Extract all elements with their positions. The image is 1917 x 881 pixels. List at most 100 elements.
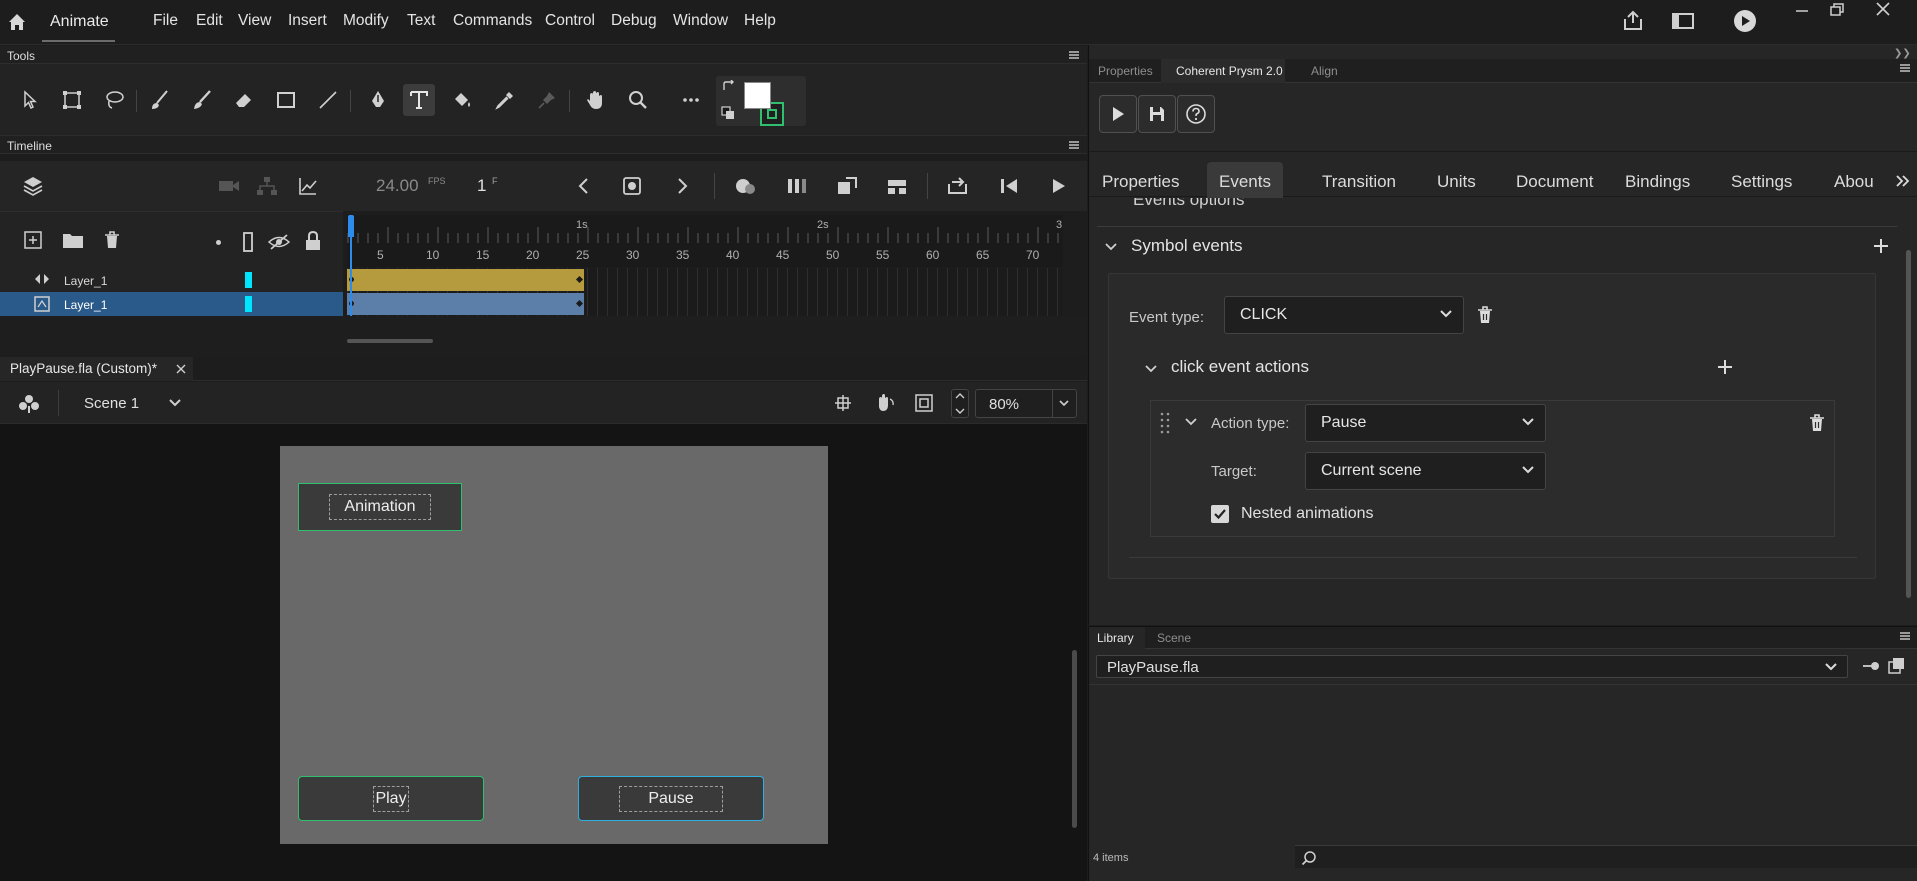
layer-color-swatch[interactable]	[245, 272, 252, 288]
sub-tab-bindings[interactable]: Bindings	[1613, 162, 1702, 198]
chevron-down-icon[interactable]	[1521, 417, 1535, 427]
menu-commands[interactable]: Commands	[453, 12, 532, 30]
frame-value[interactable]: 1	[477, 176, 486, 196]
next-keyframe-icon[interactable]	[676, 176, 690, 196]
new-library-icon[interactable]	[1888, 657, 1906, 675]
close-tab-icon[interactable]	[176, 364, 186, 374]
fps-value[interactable]: 24.00	[376, 176, 419, 196]
sub-tab-units[interactable]: Units	[1425, 162, 1488, 198]
pause-button-symbol[interactable]: Pause	[578, 776, 764, 821]
fill-color-swatch[interactable]	[744, 82, 771, 109]
menu-insert[interactable]: Insert	[288, 12, 327, 30]
canvas-scrollbar[interactable]	[1072, 650, 1077, 828]
swap-colors-icon[interactable]	[722, 80, 736, 92]
lock-all-layers-icon[interactable]	[305, 231, 321, 251]
lasso-tool[interactable]	[98, 84, 130, 116]
layer-color-swatch[interactable]	[245, 296, 252, 312]
play-icon[interactable]	[1048, 176, 1068, 196]
pin-library-icon[interactable]	[1861, 658, 1881, 674]
tab-properties[interactable]: Properties	[1098, 64, 1153, 78]
new-folder-icon[interactable]	[62, 231, 84, 249]
rotate-stage-icon[interactable]	[874, 393, 896, 413]
eraser-tool[interactable]	[228, 84, 260, 116]
chevron-up-icon[interactable]	[955, 392, 965, 400]
chevron-down-icon[interactable]	[1145, 365, 1157, 373]
play-button-symbol[interactable]: Play	[298, 776, 484, 821]
tab-coherent-prysm[interactable]: Coherent Prysm 2.0	[1176, 64, 1283, 78]
home-icon[interactable]	[6, 11, 28, 33]
collapse-panels-icon[interactable]: ❯❯	[1894, 48, 1911, 59]
prysm-help-button[interactable]	[1177, 95, 1215, 133]
workspace-icon[interactable]	[1671, 10, 1695, 32]
clip-content-icon[interactable]	[915, 394, 933, 412]
panel-menu-icon[interactable]	[1900, 64, 1910, 72]
more-tabs-icon[interactable]	[1895, 174, 1911, 188]
add-action-icon[interactable]	[1717, 359, 1733, 375]
layer-name[interactable]: Layer_1	[64, 298, 107, 312]
more-tools-icon[interactable]	[675, 84, 707, 116]
layer-row[interactable]: Layer_1	[0, 268, 343, 292]
stage[interactable]: Animation Play Pause	[280, 446, 828, 844]
prysm-play-button[interactable]	[1099, 95, 1137, 133]
zoom-value[interactable]: 80%	[989, 396, 1019, 413]
highlight-layers-icon[interactable]	[216, 240, 221, 245]
layer-name[interactable]: Layer_1	[64, 274, 107, 288]
chevron-down-icon[interactable]	[1185, 418, 1197, 426]
animation-symbol[interactable]: Animation	[298, 483, 462, 531]
frame-span[interactable]	[347, 293, 584, 315]
playhead[interactable]	[348, 215, 354, 237]
chevron-down-icon[interactable]	[1105, 243, 1117, 251]
sub-tab-about[interactable]: Abou	[1822, 162, 1886, 198]
minimize-icon[interactable]	[1792, 2, 1812, 18]
menu-file[interactable]: File	[153, 12, 178, 30]
pen-tool[interactable]	[362, 84, 394, 116]
frame-span[interactable]	[347, 269, 584, 291]
layer-row-selected[interactable]: Layer_1	[0, 292, 343, 316]
document-tab-title[interactable]: PlayPause.fla (Custom)*	[10, 361, 157, 376]
chevron-down-icon[interactable]	[168, 398, 182, 408]
chevron-down-icon[interactable]	[1058, 399, 1070, 408]
scene-name[interactable]: Scene 1	[84, 395, 139, 412]
sub-tab-properties[interactable]: Properties	[1090, 162, 1191, 198]
layer-frames[interactable]	[347, 292, 1063, 316]
sub-tab-transition[interactable]: Transition	[1310, 162, 1408, 198]
delete-event-icon[interactable]	[1475, 305, 1495, 325]
restore-icon[interactable]	[1827, 2, 1847, 18]
zoom-stepper[interactable]	[951, 389, 969, 418]
drag-handle-icon[interactable]	[1160, 412, 1170, 434]
zoom-tool[interactable]	[622, 84, 654, 116]
share-icon[interactable]	[1621, 9, 1645, 33]
layer-parenting-icon[interactable]	[256, 176, 278, 196]
free-transform-tool[interactable]	[56, 84, 88, 116]
menu-help[interactable]: Help	[744, 12, 776, 30]
chevron-down-icon[interactable]	[955, 407, 965, 415]
rectangle-tool[interactable]	[270, 84, 302, 116]
target-dropdown[interactable]: Current scene	[1305, 452, 1546, 490]
menu-window[interactable]: Window	[673, 12, 728, 30]
camera-icon[interactable]	[218, 178, 240, 194]
events-options-header[interactable]: Events options	[1133, 198, 1245, 210]
create-classic-tween-icon[interactable]	[836, 176, 858, 196]
selection-tool[interactable]	[14, 84, 46, 116]
fluid-brush-tool[interactable]	[144, 84, 176, 116]
library-search-input[interactable]	[1295, 845, 1917, 868]
loop-playback-icon[interactable]	[946, 176, 970, 196]
menu-modify[interactable]: Modify	[343, 12, 389, 30]
create-motion-tween-icon[interactable]	[886, 176, 908, 196]
library-file-dropdown[interactable]: PlayPause.fla	[1096, 655, 1848, 678]
action-type-value[interactable]: Pause	[1321, 414, 1366, 431]
nested-animations-checkbox[interactable]	[1211, 505, 1229, 523]
hide-all-layers-icon[interactable]	[268, 233, 290, 251]
snap-icon[interactable]	[834, 394, 852, 412]
panel-menu-icon[interactable]	[1900, 632, 1910, 640]
hand-tool[interactable]	[579, 84, 611, 116]
tab-align[interactable]: Align	[1311, 64, 1338, 78]
sub-tab-events[interactable]: Events	[1207, 162, 1283, 198]
layer-frames[interactable]	[347, 268, 1063, 292]
zoom-field[interactable]: 80%	[975, 389, 1077, 418]
tab-scene[interactable]: Scene	[1157, 631, 1191, 645]
edit-symbols-icon[interactable]	[18, 394, 40, 414]
paint-bucket-tool[interactable]	[446, 84, 478, 116]
library-file-name[interactable]: PlayPause.fla	[1107, 659, 1199, 676]
line-tool[interactable]	[312, 84, 344, 116]
